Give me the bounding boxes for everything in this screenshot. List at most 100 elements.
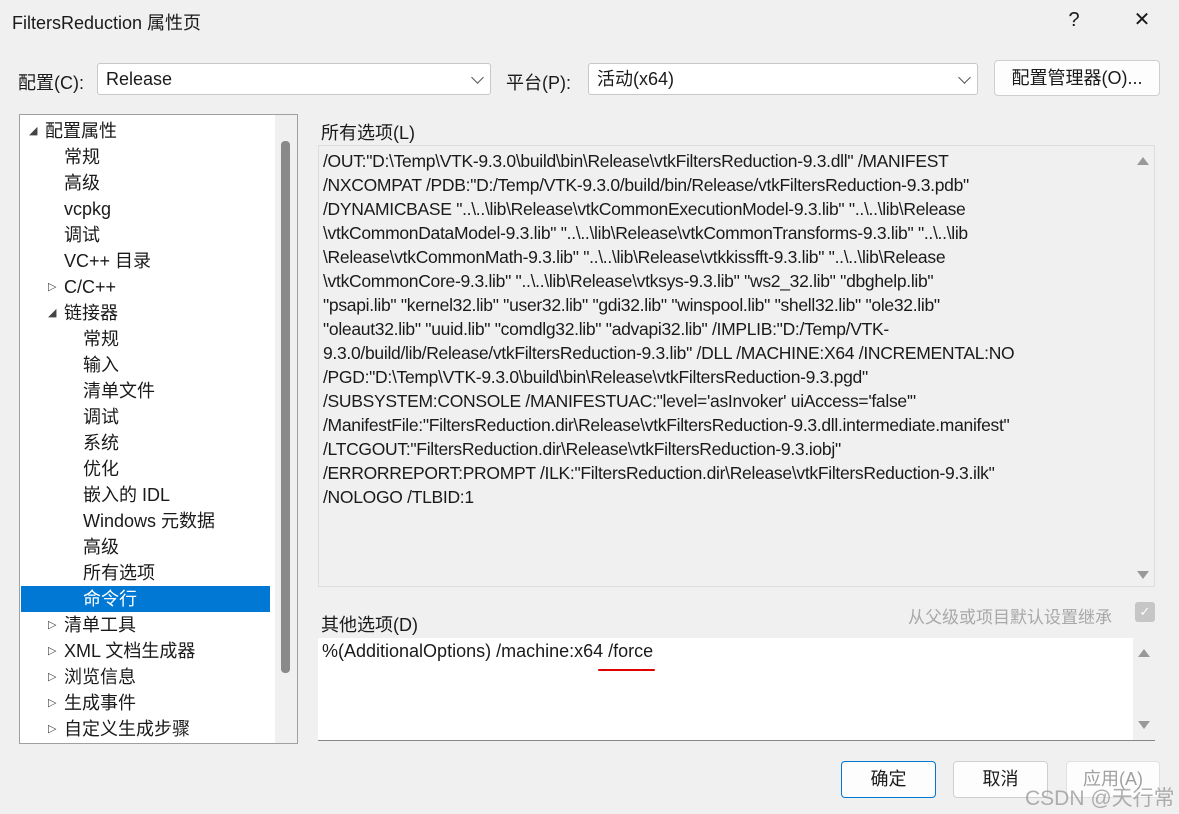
tree-item-label: 自定义生成步骤: [64, 719, 190, 739]
force-option-text: /force: [608, 641, 654, 661]
chevron-down-icon: [471, 71, 484, 84]
window-title: FiltersReduction 属性页: [12, 13, 202, 33]
all-options-line: \Release\vtkCommonMath-9.3.lib" "..\..\l…: [323, 247, 946, 267]
all-options-line: "oleaut32.lib" "uuid.lib" "comdlg32.lib"…: [323, 319, 889, 339]
tree-item-label: 高级: [64, 173, 100, 193]
tree-item[interactable]: ◢ 链接器: [21, 300, 270, 326]
additional-options-text: %(AdditionalOptions) /machine:x64: [322, 641, 609, 661]
additional-options-scrollbar[interactable]: [1133, 638, 1155, 740]
tree-item-label: vcpkg: [64, 199, 112, 219]
collapsed-arrow-icon[interactable]: ▷: [48, 664, 56, 690]
expanded-arrow-icon[interactable]: ◢: [48, 300, 56, 326]
expanded-arrow-icon[interactable]: ◢: [29, 118, 37, 144]
tree-item[interactable]: ◢ 配置属性: [21, 118, 270, 144]
collapsed-arrow-icon[interactable]: ▷: [48, 638, 56, 664]
watermark: CSDN @天行常: [1025, 787, 1175, 810]
tree-item-label: 高级: [83, 537, 119, 557]
all-options-textbox[interactable]: /OUT:"D:\Temp\VTK-9.3.0\build\bin\Releas…: [318, 145, 1155, 587]
config-value: Release: [106, 69, 173, 89]
tree-item-label: 优化: [83, 459, 119, 479]
all-options-label: 所有选项(L): [321, 123, 415, 143]
tree-item[interactable]: 嵌入的 IDL: [21, 482, 270, 508]
all-options-line: "psapi.lib" "kernel32.lib" "user32.lib" …: [323, 295, 940, 315]
tree-item[interactable]: 常规: [21, 326, 270, 352]
config-manager-button[interactable]: 配置管理器(O)...: [994, 60, 1160, 96]
tree-item-label: 清单工具: [64, 615, 136, 635]
tree-item-label: 调试: [64, 225, 100, 245]
tree-item[interactable]: 高级: [21, 534, 270, 560]
scroll-up-icon[interactable]: [1138, 649, 1150, 657]
tree-item-label: 所有选项: [83, 563, 155, 583]
tree-item-label: 清单文件: [83, 381, 155, 401]
tree-item-label: 链接器: [64, 303, 118, 323]
tree-item[interactable]: 清单文件: [21, 378, 270, 404]
property-tree[interactable]: ◢ 配置属性 常规 高级 vcpkg 调试 VC++ 目录 ▷ C/C++ ◢ 链接器 常规 输入 清单文…: [19, 114, 298, 744]
inherit-checkbox[interactable]: ✓: [1135, 602, 1155, 622]
collapsed-arrow-icon[interactable]: ▷: [48, 716, 56, 742]
config-select[interactable]: Release: [97, 63, 491, 95]
tree-item[interactable]: vcpkg: [21, 196, 270, 222]
all-options-line: \vtkCommonCore-9.3.lib" "..\..\lib\Relea…: [323, 271, 934, 291]
tree-item[interactable]: 系统: [21, 430, 270, 456]
tree-item[interactable]: VC++ 目录: [21, 248, 270, 274]
all-options-line: /LTCGOUT:"FiltersReduction.dir\Release\v…: [323, 439, 841, 459]
tree-item[interactable]: 调试: [21, 222, 270, 248]
additional-options-textbox[interactable]: %(AdditionalOptions) /machine:x64 /force: [318, 638, 1155, 741]
all-options-line: 9.3.0/build/lib/Release/vtkFiltersReduct…: [323, 343, 1015, 363]
all-options-line: \vtkCommonDataModel-9.3.lib" "..\..\lib\…: [323, 223, 968, 243]
collapsed-arrow-icon[interactable]: ▷: [48, 274, 56, 300]
scroll-down-icon[interactable]: [1138, 721, 1150, 729]
tree-item[interactable]: ▷ 生成事件: [21, 690, 270, 716]
tree-item[interactable]: ▷ XML 文档生成器: [21, 638, 270, 664]
close-button[interactable]: ✕: [1122, 4, 1162, 36]
all-options-line: /OUT:"D:\Temp\VTK-9.3.0\build\bin\Releas…: [323, 151, 949, 171]
tree-item-label: 系统: [83, 433, 119, 453]
ok-button[interactable]: 确定: [841, 761, 936, 798]
tree-item[interactable]: 所有选项: [21, 560, 270, 586]
platform-select[interactable]: 活动(x64): [588, 63, 978, 95]
tree-item[interactable]: ▷ 自定义生成步骤: [21, 716, 270, 742]
tree-item[interactable]: 优化: [21, 456, 270, 482]
scroll-down-icon[interactable]: [1137, 571, 1149, 579]
collapsed-arrow-icon[interactable]: ▷: [48, 612, 56, 638]
tree-item[interactable]: 高级: [21, 170, 270, 196]
all-options-line: /ERRORREPORT:PROMPT /ILK:"FiltersReducti…: [323, 463, 995, 483]
tree-item-label: 浏览信息: [64, 667, 136, 687]
tree-item-label: C/C++: [64, 277, 117, 297]
tree-item[interactable]: ▷ 清单工具: [21, 612, 270, 638]
all-options-line: /SUBSYSTEM:CONSOLE /MANIFESTUAC:"level='…: [323, 391, 916, 411]
all-options-line: /NXCOMPAT /PDB:"D:/Temp/VTK-9.3.0/build/…: [323, 175, 969, 195]
tree-item[interactable]: ▷ 浏览信息: [21, 664, 270, 690]
scroll-up-icon[interactable]: [1137, 157, 1149, 165]
tree-item-label: 输入: [83, 355, 119, 375]
inherit-label: 从父级或项目默认设置继承: [908, 608, 1112, 627]
tree-item[interactable]: 调试: [21, 404, 270, 430]
red-underline-annotation: [598, 669, 655, 671]
tree-item-label: 常规: [83, 329, 119, 349]
scrollbar-thumb[interactable]: [281, 141, 290, 673]
tree-item[interactable]: 命令行: [21, 586, 270, 612]
tree-item-label: VC++ 目录: [64, 251, 152, 271]
tree-item[interactable]: 常规: [21, 144, 270, 170]
help-button[interactable]: ?: [1054, 4, 1094, 36]
tree-item[interactable]: ▷ C/C++: [21, 274, 270, 300]
tree-item-label: 命令行: [83, 589, 137, 609]
all-options-line: /NOLOGO /TLBID:1: [323, 487, 474, 507]
tree-item-label: 配置属性: [45, 121, 117, 141]
tree-item-label: 调试: [83, 407, 119, 427]
all-options-line: /DYNAMICBASE "..\..\lib\Release\vtkCommo…: [323, 199, 966, 219]
tree-item[interactable]: 输入: [21, 352, 270, 378]
additional-options-label: 其他选项(D): [321, 615, 418, 635]
collapsed-arrow-icon[interactable]: ▷: [48, 690, 56, 716]
tree-item-label: 嵌入的 IDL: [83, 485, 171, 505]
all-options-line: /PGD:"D:\Temp\VTK-9.3.0\build\bin\Releas…: [323, 367, 868, 387]
tree-item[interactable]: Windows 元数据: [21, 508, 270, 534]
all-options-scrollbar[interactable]: [1132, 146, 1154, 586]
platform-label: 平台(P):: [506, 73, 571, 93]
tree-item-label: 生成事件: [64, 693, 136, 713]
tree-item-label: 常规: [64, 147, 100, 167]
platform-value: 活动(x64): [597, 69, 675, 89]
chevron-down-icon: [958, 71, 971, 84]
config-label: 配置(C):: [18, 73, 84, 93]
tree-scrollbar[interactable]: [275, 115, 297, 743]
